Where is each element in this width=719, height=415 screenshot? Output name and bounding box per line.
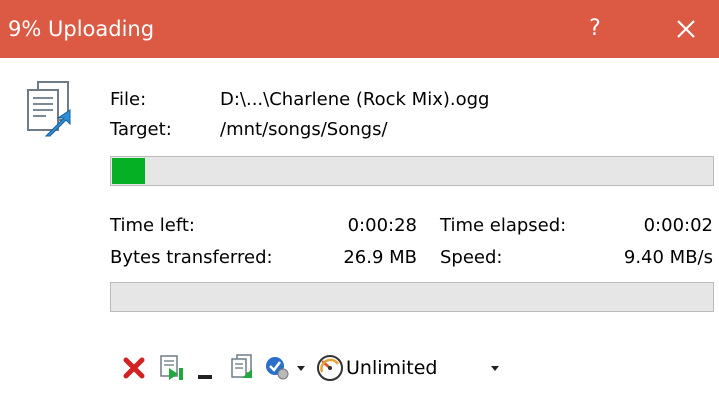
close-icon: [677, 19, 695, 38]
file-label: File:: [110, 89, 147, 110]
cancel-icon: [123, 357, 145, 379]
skip-file-icon: [160, 355, 183, 380]
speed-limit-dropdown[interactable]: [490, 363, 500, 373]
speed-value: 9.40 MB/s: [623, 247, 713, 268]
target-path: /mnt/songs/Songs/: [220, 119, 388, 140]
speed-limit-label: Unlimited: [346, 357, 438, 379]
close-button[interactable]: [662, 8, 710, 50]
skip-button[interactable]: [158, 354, 186, 382]
total-progress-bar: [110, 282, 714, 312]
dropdown-arrow-icon: [297, 366, 305, 371]
time-left-label: Time left:: [110, 215, 195, 236]
time-elapsed-label: Time elapsed:: [440, 215, 567, 236]
time-left-value: 0:00:28: [347, 215, 417, 236]
check-gear-icon: [266, 357, 289, 380]
dropdown-arrow-icon: [490, 366, 499, 371]
after-transfer-button[interactable]: [264, 355, 290, 381]
queue-icon: [231, 354, 252, 378]
toolbar: Unlimited: [122, 350, 500, 386]
speed-limit-button[interactable]: Unlimited: [316, 354, 438, 382]
speed-label: Speed:: [440, 247, 503, 268]
file-path: D:\...\Charlene (Rock Mix).ogg: [220, 89, 490, 110]
speedometer-icon: [317, 355, 343, 381]
bytes-transferred-label: Bytes transferred:: [110, 247, 273, 268]
bytes-transferred-value: 26.9 MB: [343, 247, 417, 268]
time-elapsed-value: 0:00:02: [643, 215, 713, 236]
window-title: 9% Uploading: [8, 17, 155, 41]
title-bar: 9% Uploading ?: [0, 0, 719, 58]
file-progress-fill: [112, 158, 145, 184]
cancel-button[interactable]: [122, 356, 146, 380]
file-progress-bar: [110, 156, 714, 186]
queue-button[interactable]: [228, 354, 256, 382]
file-transfer-icon: [27, 81, 71, 137]
after-transfer-dropdown[interactable]: [296, 363, 306, 373]
target-label: Target:: [110, 119, 172, 140]
help-button[interactable]: ?: [575, 8, 615, 50]
minimize-icon: [198, 375, 212, 379]
minimize-button[interactable]: [196, 356, 214, 380]
